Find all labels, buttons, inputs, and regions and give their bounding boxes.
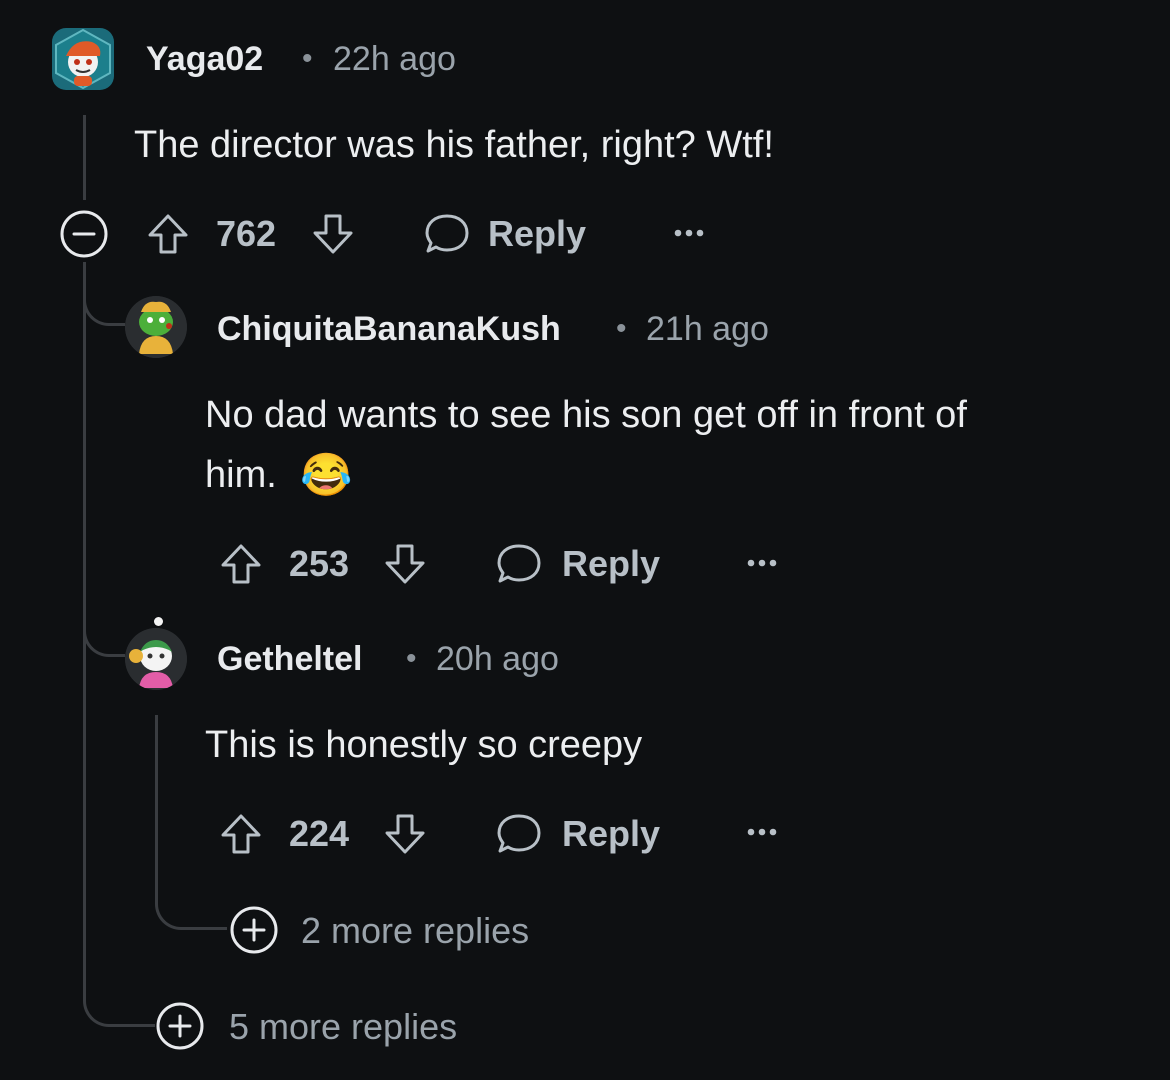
comment-body-line-1: No dad wants to see his son get off in f… bbox=[205, 394, 967, 436]
comment-username[interactable]: Yaga02 bbox=[146, 40, 263, 79]
snoo-avatar-icon bbox=[125, 628, 187, 690]
comment-timestamp: 21h ago bbox=[646, 310, 769, 348]
reply-button[interactable]: Reply bbox=[562, 813, 660, 855]
arrow-up-icon[interactable] bbox=[146, 212, 190, 256]
comment-body: The director was his father, right? Wtf! bbox=[134, 124, 774, 166]
comment-username[interactable]: Getheltel bbox=[217, 640, 362, 679]
more-replies-link[interactable]: 5 more replies bbox=[229, 1006, 457, 1048]
thread-line-nested bbox=[155, 715, 158, 900]
comment-timestamp: 22h ago bbox=[333, 40, 456, 78]
meta-separator: • bbox=[406, 642, 417, 675]
avatar[interactable] bbox=[125, 296, 187, 358]
comment-timestamp: 20h ago bbox=[436, 640, 559, 678]
reply-button[interactable]: Reply bbox=[562, 543, 660, 585]
thread-line-root bbox=[83, 115, 86, 200]
plus-circle-icon[interactable] bbox=[155, 1001, 205, 1051]
reply-button[interactable]: Reply bbox=[488, 213, 586, 255]
ellipsis-icon[interactable] bbox=[672, 225, 708, 241]
thread-connector-more-nested bbox=[155, 880, 227, 930]
plus-circle-icon[interactable] bbox=[229, 905, 279, 955]
speech-bubble-icon[interactable] bbox=[424, 212, 470, 256]
speech-bubble-icon[interactable] bbox=[496, 812, 542, 856]
avatar[interactable] bbox=[52, 28, 114, 90]
comment-username[interactable]: ChiquitaBananaKush bbox=[217, 310, 561, 349]
ellipsis-icon[interactable] bbox=[745, 555, 781, 571]
snoo-avatar-icon bbox=[125, 296, 187, 358]
thread-connector-more-top bbox=[83, 985, 155, 1027]
vote-count: 224 bbox=[289, 813, 350, 854]
arrow-up-icon[interactable] bbox=[219, 542, 263, 586]
comment-body-line-2: him. bbox=[205, 454, 277, 496]
snoo-avatar-icon bbox=[55, 28, 111, 90]
avatar[interactable] bbox=[125, 628, 187, 690]
thread-connector-reply-2 bbox=[83, 615, 125, 657]
comment-body: This is honestly so creepy bbox=[205, 724, 643, 766]
thread-connector-reply-1 bbox=[83, 280, 125, 326]
arrow-down-icon[interactable] bbox=[383, 542, 427, 586]
speech-bubble-icon[interactable] bbox=[496, 542, 542, 586]
minus-circle-icon[interactable] bbox=[59, 209, 109, 259]
meta-separator: • bbox=[302, 42, 313, 75]
avatar-antenna bbox=[154, 617, 163, 626]
vote-count: 253 bbox=[289, 543, 350, 584]
ellipsis-icon[interactable] bbox=[745, 824, 781, 840]
vote-count: 762 bbox=[216, 213, 277, 254]
arrow-down-icon[interactable] bbox=[311, 212, 355, 256]
arrow-up-icon[interactable] bbox=[219, 812, 263, 856]
more-replies-link[interactable]: 2 more replies bbox=[301, 910, 529, 952]
meta-separator: • bbox=[616, 312, 627, 345]
arrow-down-icon[interactable] bbox=[383, 812, 427, 856]
laughing-emoji: 😂 bbox=[300, 451, 353, 498]
